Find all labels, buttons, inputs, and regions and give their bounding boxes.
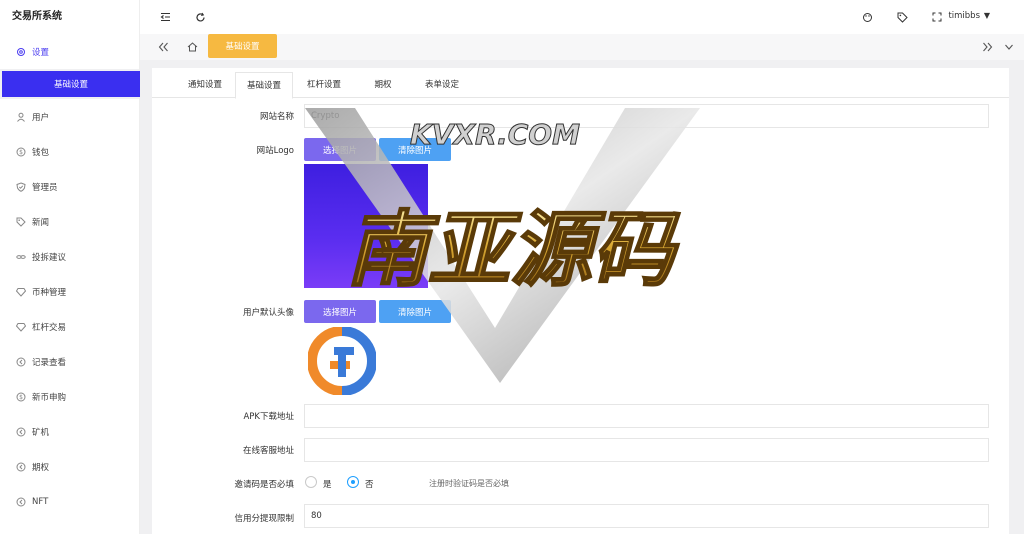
sidebar-subitem-basic-settings[interactable]: 基础设置: [2, 71, 140, 97]
tab-basic-settings[interactable]: 基础设置: [235, 72, 293, 99]
chevron-down-icon[interactable]: [1002, 40, 1016, 54]
coin-icon: $: [16, 392, 26, 402]
user-icon: [16, 112, 26, 122]
tab-bar: 通知设置 基础设置 杠杆设置 期权 表单设定: [152, 72, 1009, 99]
credit-limit-input[interactable]: [304, 504, 989, 528]
sidebar-item-label: 钱包: [32, 147, 50, 158]
sidebar-item-label: 矿机: [32, 427, 50, 438]
circle-arrow-icon: [16, 462, 26, 472]
submenu: 基础设置: [0, 69, 140, 99]
sidebar-item-admin[interactable]: 管理员: [0, 169, 139, 204]
sidebar-item-label: 管理员: [32, 182, 58, 193]
app-title: 交易所系统: [12, 11, 62, 22]
credit-label: 信用分提现限制: [234, 514, 294, 524]
tag-icon: [16, 217, 26, 227]
sidebar-item-currency[interactable]: 币种管理: [0, 274, 139, 309]
tab-form-settings[interactable]: 表单设定: [414, 72, 470, 98]
svg-text:$: $: [19, 149, 23, 156]
sidebar-item-records[interactable]: 记录查看: [0, 344, 139, 379]
site-name-label: 网站名称: [259, 112, 294, 122]
sidebar-item-label: 记录查看: [32, 357, 67, 368]
sidebar: 交易所系统 设置 基础设置 用户 $ 钱包 管理员 新闻 投拆建议 币种管理 杠…: [0, 0, 140, 534]
sidebar-item-label: NFT: [32, 496, 49, 507]
username[interactable]: timibbs: [948, 11, 980, 21]
theme-icon[interactable]: [860, 10, 874, 24]
logo-select-image-button[interactable]: 选择图片: [304, 138, 376, 161]
avatar-label: 用户默认头像: [242, 308, 294, 318]
fullscreen-icon[interactable]: [930, 10, 944, 24]
service-url-input[interactable]: [304, 438, 989, 462]
invite-no-label[interactable]: 否: [365, 478, 374, 490]
sidebar-item-new-coin[interactable]: $ 新币申购: [0, 379, 139, 414]
diamond-icon: [16, 322, 26, 332]
chevrons-left-icon[interactable]: [156, 40, 170, 54]
link-icon: [16, 252, 26, 262]
sidebar-item-options[interactable]: 期权: [0, 449, 139, 484]
topbar: timibbs ▼: [140, 0, 1024, 34]
sidebar-item-label: 币种管理: [32, 287, 67, 298]
sidebar-item-settings[interactable]: 设置: [0, 34, 139, 69]
site-logo-preview: [304, 164, 428, 288]
invite-yes-label[interactable]: 是: [323, 478, 332, 490]
tag-bar: 基础设置: [140, 34, 1024, 60]
sidebar-item-label: 投拆建议: [32, 252, 67, 263]
sidebar-item-news[interactable]: 新闻: [0, 204, 139, 239]
invite-label: 邀请码是否必填: [234, 480, 294, 490]
avatar-select-image-button[interactable]: 选择图片: [304, 300, 376, 323]
circle-arrow-icon: [16, 497, 26, 507]
sidebar-item-miner[interactable]: 矿机: [0, 414, 139, 449]
circle-arrow-icon: [16, 357, 26, 367]
chevrons-right-icon[interactable]: [980, 40, 994, 54]
diamond-icon: [16, 287, 26, 297]
shield-icon: [16, 181, 26, 192]
apk-label: APK下载地址: [243, 412, 294, 422]
avatar-preview: [307, 326, 377, 396]
sidebar-item-leverage[interactable]: 杠杆交易: [0, 309, 139, 344]
caret-down-icon[interactable]: ▼: [984, 11, 990, 20]
service-label: 在线客服地址: [242, 446, 294, 456]
invite-no-radio[interactable]: [347, 476, 359, 488]
settings-panel: 通知设置 基础设置 杠杆设置 期权 表单设定 网站名称 网站Logo 选择图片 …: [152, 68, 1009, 534]
avatar-clear-image-button[interactable]: 清除图片: [379, 300, 451, 323]
sidebar-item-wallet[interactable]: $ 钱包: [0, 134, 139, 169]
sidebar-item-label: 设置: [32, 47, 50, 58]
home-icon[interactable]: [185, 40, 199, 54]
circle-arrow-icon: [16, 427, 26, 437]
invite-hint: 注册时验证码是否必填: [429, 479, 509, 488]
tab-notification-settings[interactable]: 通知设置: [176, 72, 234, 98]
invite-yes-radio[interactable]: [305, 476, 317, 488]
menu-fold-icon[interactable]: [158, 10, 172, 24]
sidebar-item-label: 新闻: [32, 217, 50, 228]
sidebar-item-nft[interactable]: NFT: [0, 484, 139, 519]
svg-text:$: $: [19, 394, 23, 401]
logo-clear-image-button[interactable]: 清除图片: [379, 138, 451, 161]
tab-leverage-settings[interactable]: 杠杆设置: [296, 72, 352, 98]
tag-basic-settings[interactable]: 基础设置: [208, 34, 277, 58]
refresh-icon[interactable]: [193, 10, 207, 24]
sidebar-item-label: 期权: [32, 462, 50, 473]
tag-icon[interactable]: [895, 10, 909, 24]
sidebar-item-label: 杠杆交易: [32, 322, 67, 333]
coin-icon: $: [16, 147, 26, 157]
sidebar-item-users[interactable]: 用户: [0, 99, 139, 134]
apk-url-input[interactable]: [304, 404, 989, 428]
sidebar-item-feedback[interactable]: 投拆建议: [0, 239, 139, 274]
tab-options[interactable]: 期权: [365, 72, 401, 98]
gear-icon: [16, 47, 26, 57]
site-name-input[interactable]: [304, 104, 989, 128]
sidebar-item-label: 新币申购: [32, 392, 67, 403]
sidebar-item-label: 用户: [32, 112, 50, 123]
site-logo-label: 网站Logo: [256, 146, 294, 156]
